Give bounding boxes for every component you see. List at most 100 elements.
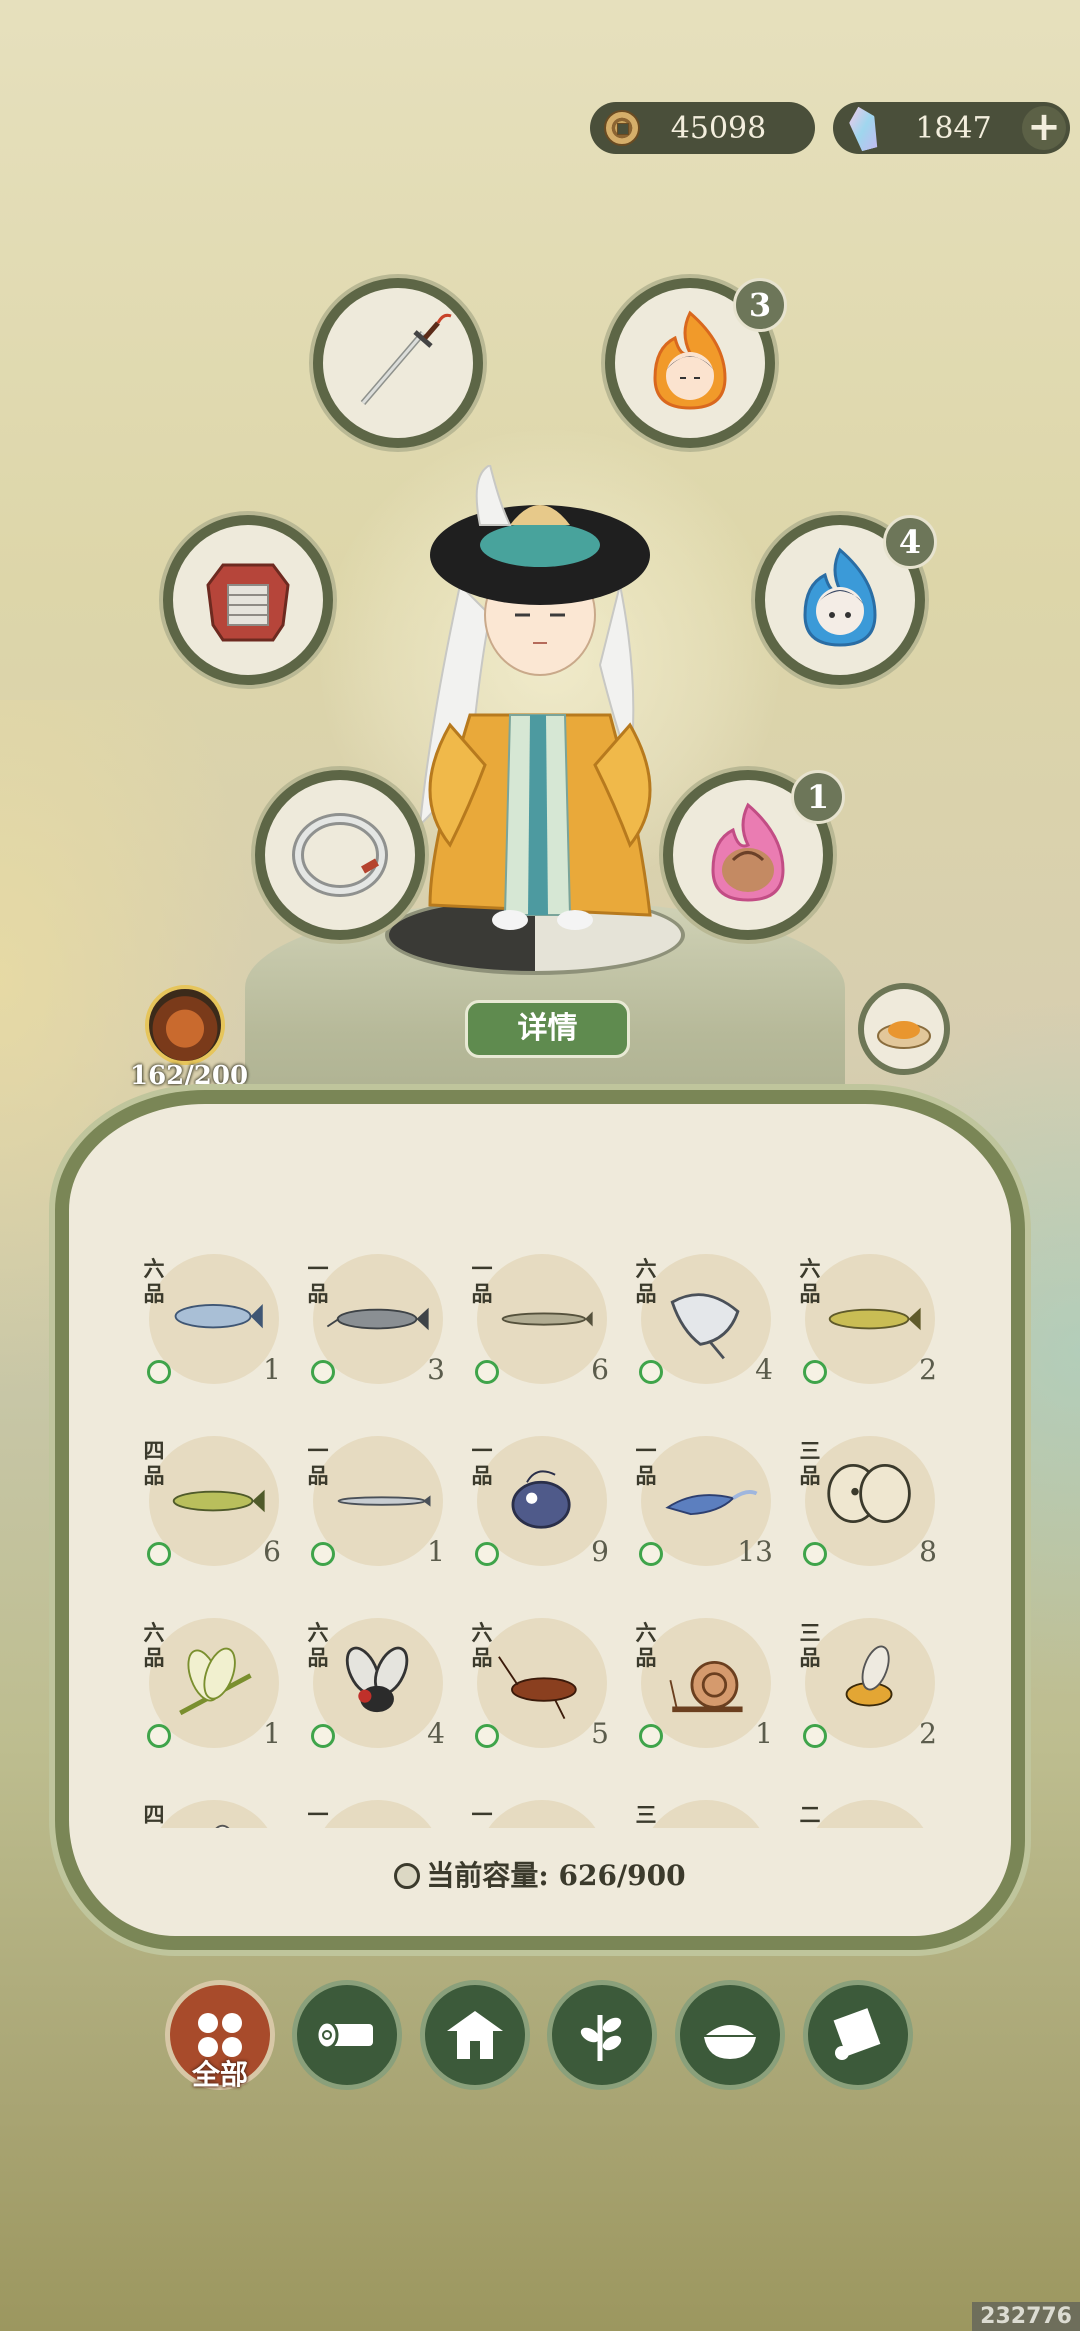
inventory-item[interactable]: 三品 2 (795, 1608, 943, 1756)
spirit-marker-icon (147, 1542, 171, 1566)
item-quantity: 2 (919, 1353, 937, 1386)
category-wood-button[interactable] (292, 1980, 402, 2090)
spirit-marker-icon (803, 1724, 827, 1748)
item-grade: 二品 (799, 1802, 821, 1828)
details-button[interactable]: 详情 (465, 1000, 630, 1058)
scorpion-icon (487, 1820, 597, 1828)
pink-flame-companion-icon (711, 802, 785, 902)
talisman-3-count-badge: 1 (791, 770, 845, 824)
item-grade: 六品 (471, 1620, 493, 1670)
bracelet-icon (292, 813, 388, 897)
inventory-item[interactable]: 三品 8 (795, 1426, 943, 1574)
fish-catfish-icon (323, 1274, 433, 1364)
inventory-item[interactable]: 六品 4 (631, 1244, 779, 1392)
item-grade: 一品 (471, 1802, 493, 1828)
item-quantity: 6 (263, 1535, 281, 1568)
armor-slot[interactable] (163, 515, 333, 685)
scroll-icon (833, 2008, 881, 2060)
inventory-item[interactable]: 四品 (139, 1790, 287, 1828)
herb-icon (580, 2015, 622, 2061)
inventory-item[interactable]: 六品 4 (303, 1608, 451, 1756)
inventory-item[interactable]: 六品 2 (795, 1244, 943, 1392)
house-icon (447, 2011, 503, 2059)
spirit-stone-icon (846, 103, 883, 152)
item-quantity: 1 (427, 1535, 445, 1568)
spirit-marker-icon (639, 1542, 663, 1566)
blue-flame-companion-icon (803, 547, 877, 647)
item-grade: 六品 (635, 1620, 657, 1670)
item-quantity: 5 (591, 1717, 609, 1750)
item-grade: 四品 (143, 1438, 165, 1488)
spirit-marker-icon (475, 1360, 499, 1384)
inventory-item[interactable]: 二品 (795, 1790, 943, 1828)
inventory-item[interactable]: 六品 5 (467, 1608, 615, 1756)
inventory-item[interactable]: 六品 1 (139, 1244, 287, 1392)
coin-amount: 45098 (670, 110, 767, 146)
inventory-item[interactable]: 一品 1 (303, 1426, 451, 1574)
fish-salmon-icon (159, 1274, 269, 1364)
talisman-slot-3[interactable]: 1 (663, 770, 845, 940)
item-quantity: 1 (263, 1353, 281, 1386)
inventory-item[interactable]: 四品 6 (139, 1426, 287, 1574)
item-grade: 一品 (471, 1438, 493, 1488)
food-button[interactable] (858, 983, 950, 1075)
fish-pike-green-icon (159, 1456, 269, 1546)
inventory-item[interactable]: 一品 (467, 1790, 615, 1828)
fly-icon (323, 1638, 433, 1728)
item-quantity: 6 (591, 1353, 609, 1386)
category-herb-button[interactable] (547, 1980, 657, 2090)
capacity-icon (394, 1863, 421, 1889)
talisman-2-count-badge: 4 (883, 515, 937, 569)
watermark: 232776 (972, 2302, 1080, 2331)
inventory-item[interactable]: 一品 (303, 1790, 451, 1828)
item-grade: 三品 (799, 1438, 821, 1488)
item-grade: 六品 (799, 1256, 821, 1306)
accessory-slot[interactable] (255, 770, 425, 940)
inventory-item[interactable]: 六品 1 (139, 1608, 287, 1756)
flame-companion-icon (653, 310, 727, 410)
rice-sack-icon (651, 1820, 761, 1828)
item-quantity: 1 (755, 1717, 773, 1750)
inventory-item[interactable]: 一品 9 (467, 1426, 615, 1574)
item-grade: 六品 (143, 1620, 165, 1670)
fish-needle-icon (323, 1456, 433, 1546)
item-quantity: 2 (919, 1717, 937, 1750)
category-scroll-button[interactable] (803, 1980, 913, 2090)
character-avatar[interactable] (390, 463, 690, 945)
inventory-item[interactable]: 一品 3 (303, 1244, 451, 1392)
fish-ray-icon (651, 1274, 761, 1364)
spirit-marker-icon (803, 1360, 827, 1384)
cockroach-icon (487, 1638, 597, 1728)
item-quantity: 1 (263, 1717, 281, 1750)
item-grade: 三品 (635, 1802, 657, 1828)
spirit-marker-icon (639, 1360, 663, 1384)
category-building-button[interactable] (420, 1980, 530, 2090)
add-gems-button[interactable]: + (1022, 106, 1066, 150)
item-grade: 一品 (307, 1802, 329, 1828)
sword-icon (360, 313, 452, 405)
spirit-marker-icon (147, 1724, 171, 1748)
inventory-item[interactable]: 三品 (631, 1790, 779, 1828)
log-icon (315, 2020, 373, 2050)
rice-bowl-icon (704, 2025, 756, 2059)
snail-icon (651, 1638, 761, 1728)
spirit-marker-icon (639, 1724, 663, 1748)
item-quantity: 4 (427, 1717, 445, 1750)
armor-icon (206, 563, 290, 642)
inventory-item[interactable]: 六品 1 (631, 1608, 779, 1756)
inventory-item[interactable]: 一品 6 (467, 1244, 615, 1392)
category-food-button[interactable] (675, 1980, 785, 2090)
talisman-1-count-badge: 3 (733, 278, 787, 332)
inventory-item[interactable]: 一品 13 (631, 1426, 779, 1574)
wasp-icon (815, 1638, 925, 1728)
spirit-marker-icon (475, 1542, 499, 1566)
gem-amount: 1847 (915, 110, 992, 146)
talisman-slot-2[interactable]: 4 (755, 515, 937, 685)
food-plate-icon (877, 1021, 931, 1049)
talisman-slot-1[interactable]: 3 (605, 278, 787, 448)
weapon-slot[interactable] (313, 278, 483, 448)
spirit-marker-icon (311, 1360, 335, 1384)
stamina-indicator[interactable]: 162/200 (130, 985, 248, 1091)
category-all-button[interactable]: 全部 (165, 1980, 275, 2091)
fish-gar-icon (487, 1274, 597, 1364)
